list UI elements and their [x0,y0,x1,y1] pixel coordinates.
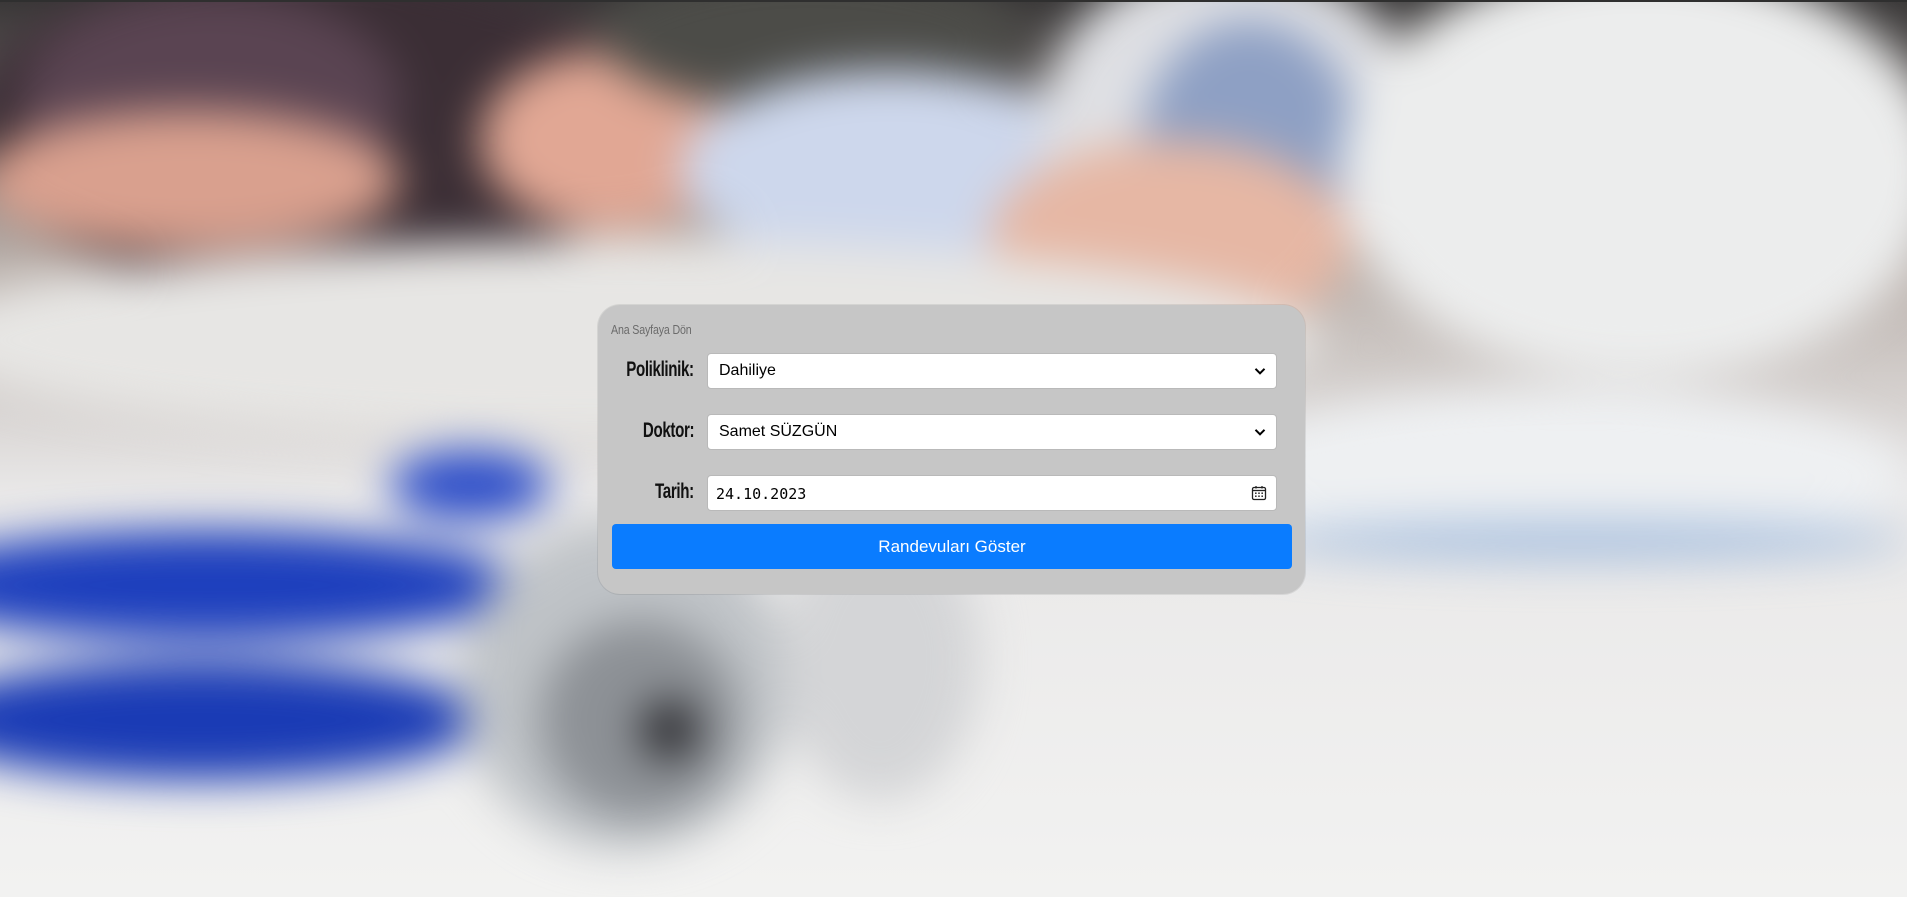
tarih-date-input[interactable]: 24.10.2023 [707,475,1277,511]
tarih-label: Tarih: [655,480,694,503]
doktor-row: Doktor: Samet SÜZGÜN [598,414,1305,450]
poliklinik-select[interactable]: Dahiliye [707,353,1277,389]
back-to-home-link[interactable]: Ana Sayfaya Dön [611,322,692,337]
doktor-select[interactable]: Samet SÜZGÜN [707,414,1277,450]
doktor-label: Doktor: [642,419,695,442]
tarih-row: Tarih: 24.10.2023 [598,475,1305,511]
chevron-down-icon [1254,368,1266,375]
tarih-value: 24.10.2023 [716,485,807,503]
calendar-icon[interactable] [1251,485,1267,501]
poliklinik-selected-value: Dahiliye [719,362,776,379]
poliklinik-label: Poliklinik: [626,358,695,381]
poliklinik-row: Poliklinik: Dahiliye [598,353,1305,389]
chevron-down-icon [1254,429,1266,436]
show-appointments-button[interactable]: Randevuları Göster [612,524,1292,569]
appointment-panel: Ana Sayfaya Dön Poliklinik: Dahiliye Dok… [598,305,1305,594]
doktor-selected-value: Samet SÜZGÜN [719,423,838,440]
